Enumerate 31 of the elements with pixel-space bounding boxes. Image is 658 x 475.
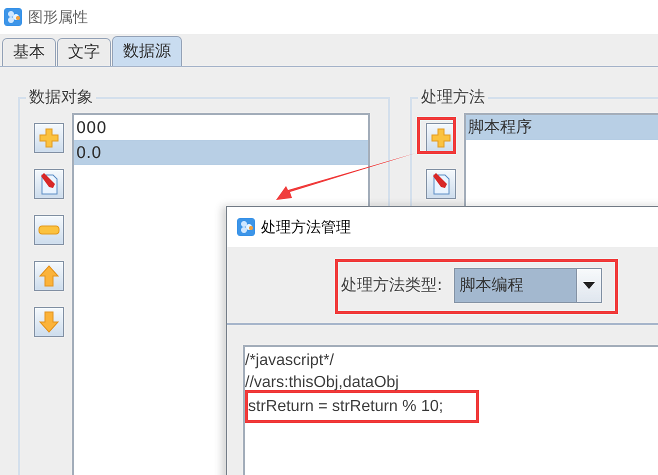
add-button[interactable] (34, 123, 64, 153)
highlight-frame (417, 117, 456, 154)
app-logo-icon (4, 8, 22, 26)
method-type-label: 处理方法类型: (341, 274, 442, 296)
tab[interactable]: 基本 (2, 38, 56, 66)
list-item[interactable]: 0.0 (74, 140, 368, 165)
edit-document-icon (38, 172, 60, 196)
code-line: /*javascript*/ (245, 351, 334, 371)
code-line: strReturn = strReturn % 10; (248, 396, 444, 416)
edit-button[interactable] (426, 169, 456, 199)
plus-icon (39, 128, 59, 148)
code-editor[interactable]: /*javascript*/ //vars:thisObj,dataObj strReturn = strReturn % 10; (243, 345, 658, 475)
dropdown-button[interactable] (577, 268, 602, 302)
code-line: //vars:thisObj,dataObj (245, 373, 399, 393)
edit-button[interactable] (34, 169, 64, 199)
plus-icon (431, 128, 451, 148)
move-up-button[interactable] (34, 261, 64, 291)
down-arrow-icon (39, 311, 59, 333)
up-arrow-icon (39, 265, 59, 287)
remove-button[interactable] (34, 215, 64, 245)
tab[interactable]: 文字 (57, 38, 111, 66)
list-item[interactable]: 脚本程序 (466, 115, 658, 140)
tab[interactable]: 数据源 (112, 36, 182, 66)
window-title: 图形属性 (28, 8, 88, 26)
method-type-dropdown[interactable]: 脚本编程 (454, 268, 602, 302)
minus-icon (38, 225, 60, 235)
app-logo-icon (237, 218, 255, 236)
dialog-title: 处理方法管理 (261, 218, 351, 236)
move-down-button[interactable] (34, 307, 64, 337)
caret-icon (583, 282, 596, 288)
edit-document-icon (430, 172, 452, 196)
